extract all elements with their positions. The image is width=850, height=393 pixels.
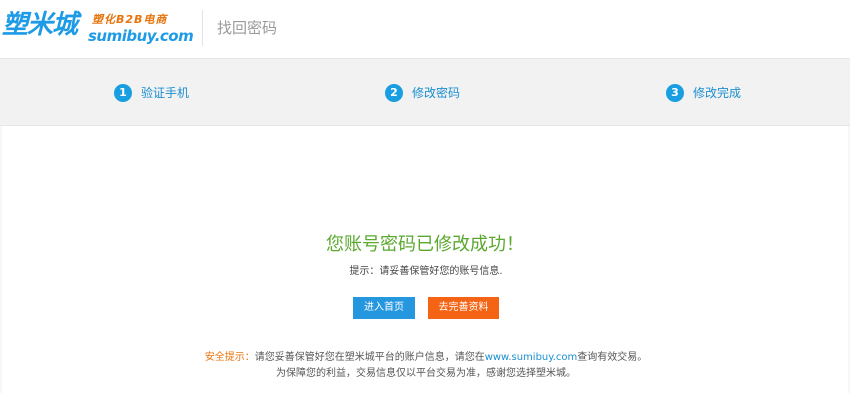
step-label: 修改密码 [412, 86, 461, 100]
success-message: 您账号密码已修改成功！ [326, 234, 524, 255]
step-number-badge: 1 [114, 84, 132, 102]
step-number-badge: 3 [666, 84, 684, 102]
security-notice-line1: 安全提示：请您妥善保管好您在塑米城平台的账户信息，请您在www.sumibuy.… [0, 350, 850, 366]
page-title: 找回密码 [217, 19, 278, 37]
security-notice: 安全提示：请您妥善保管好您在塑米城平台的账户信息，请您在www.sumibuy.… [0, 350, 850, 382]
progress-steps: 1 验证手机 2 修改密码 3 修改完成 [0, 58, 850, 126]
logo-tagline: 塑化B2B电商 [92, 13, 168, 26]
security-notice-text-end: 查询有效交易。 [577, 352, 648, 363]
hint-text: 提示：请妥善保管好您的账号信息. [349, 266, 503, 277]
security-notice-text: 请您妥善保管好您在塑米城平台的账户信息，请您在 [254, 352, 485, 363]
complete-profile-button[interactable]: 去完善资料 [428, 297, 499, 319]
header-divider [202, 10, 203, 46]
step-label: 修改完成 [693, 86, 742, 100]
logo-chinese-name: 塑米城 [2, 10, 78, 40]
security-notice-label: 安全提示： [204, 352, 255, 363]
security-notice-line2: 为保障您的利益，交易信息仅以平台交易为准，感谢您选择塑米城。 [276, 368, 576, 379]
step-verify-phone: 1 验证手机 [114, 83, 189, 103]
step-label: 验证手机 [141, 86, 190, 100]
main-content: 您账号密码已修改成功！ 提示：请妥善保管好您的账号信息. 进入首页 去完善资料 … [2, 126, 848, 393]
logo-domain: sumibuy.com [88, 27, 194, 45]
sumibuy-link[interactable]: www.sumibuy.com [485, 352, 578, 363]
sumibuy-logo[interactable]: 塑米城 塑化B2B电商 sumibuy.com [2, 10, 194, 48]
step-complete: 3 修改完成 [666, 83, 741, 103]
step-number-badge: 2 [385, 84, 403, 102]
go-home-button[interactable]: 进入首页 [353, 297, 415, 319]
header: 塑米城 塑化B2B电商 sumibuy.com 找回密码 [0, 0, 850, 58]
step-change-password: 2 修改密码 [385, 83, 460, 103]
